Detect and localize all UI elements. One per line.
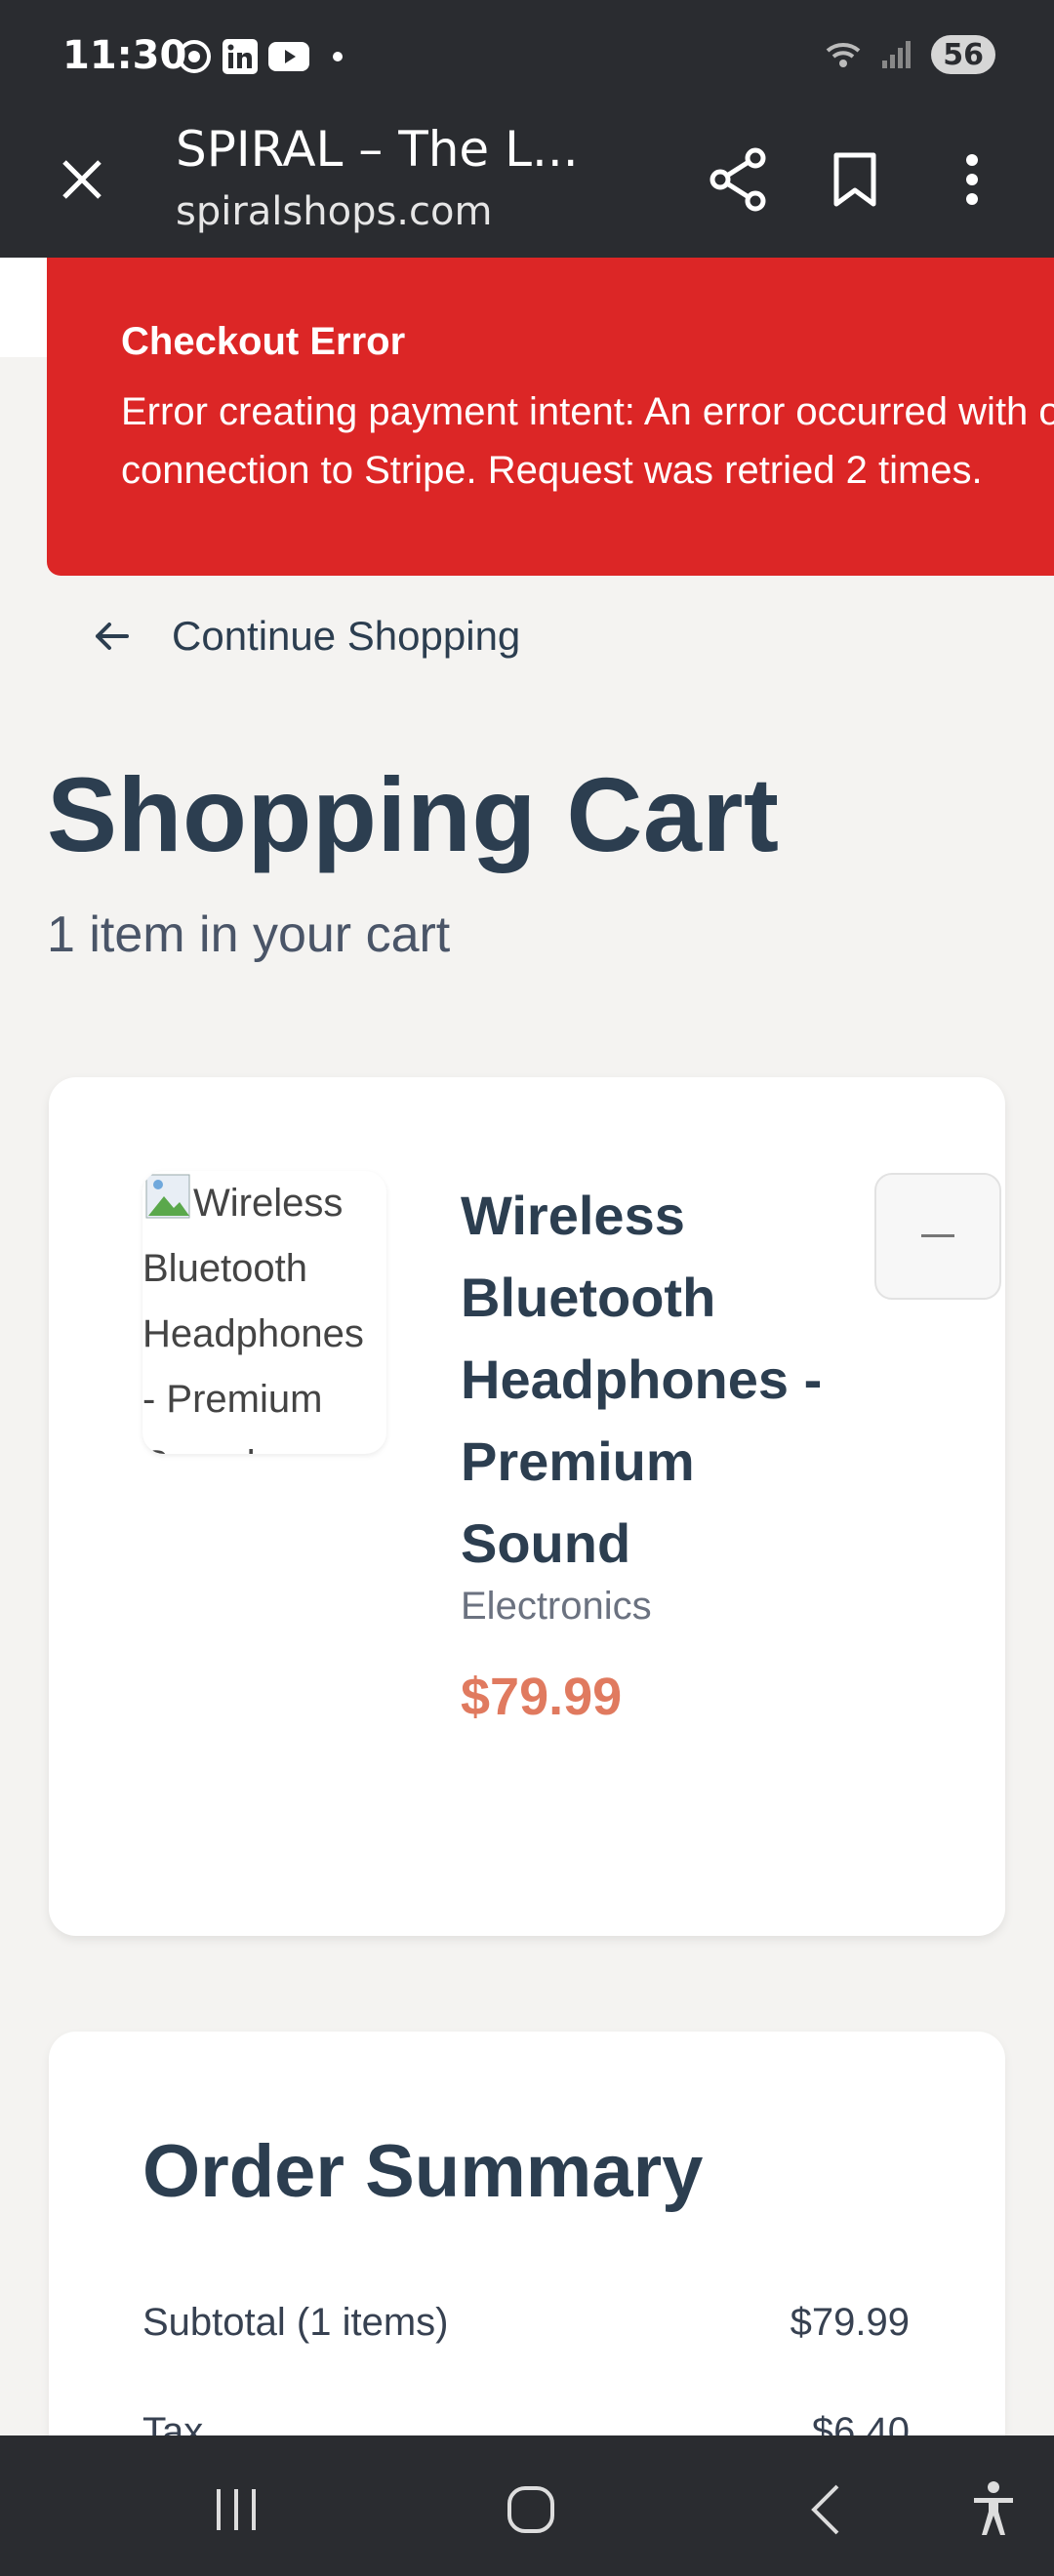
share-button[interactable]: [699, 141, 777, 219]
chrome-icon: [178, 40, 211, 73]
home-icon: [507, 2486, 554, 2533]
continue-shopping-label: Continue Shopping: [172, 613, 521, 659]
product-category: Electronics: [461, 1585, 652, 1628]
battery-level: 56: [943, 37, 984, 72]
page-url[interactable]: spiralshops.com: [176, 189, 492, 234]
error-title: Checkout Error: [121, 320, 406, 363]
share-icon: [709, 147, 766, 212]
page-title: SPIRAL – The L...: [176, 121, 579, 178]
bookmark-button[interactable]: [816, 141, 894, 219]
recent-apps-icon: [217, 2489, 256, 2530]
broken-image-icon: [145, 1174, 190, 1219]
product-name[interactable]: Wireless Bluetooth Headphones - Premium …: [461, 1175, 871, 1585]
status-bar: 11:30 56: [0, 0, 1054, 115]
linkedin-icon: [223, 39, 258, 74]
system-navigation-bar: [0, 2435, 1054, 2576]
status-time: 11:30: [62, 33, 187, 78]
checkout-error-toast[interactable]: Checkout Error Error creating payment in…: [47, 258, 1054, 576]
product-image[interactable]: Wireless Bluetooth Headphones - Premium …: [142, 1171, 386, 1454]
battery-icon: 56: [931, 35, 995, 74]
wifi-icon: [826, 43, 861, 67]
close-tab-button[interactable]: [51, 148, 113, 211]
subtotal-label: Subtotal (1 items): [142, 2301, 449, 2344]
accessibility-icon: [974, 2481, 1013, 2535]
subtotal-value: $79.99: [790, 2301, 910, 2344]
notification-icons: [176, 37, 347, 76]
accessibility-button[interactable]: [954, 2471, 1033, 2549]
cart-item-card: Wireless Bluetooth Headphones - Premium …: [49, 1077, 1005, 1936]
notification-dot-icon: [333, 52, 343, 61]
home-button[interactable]: [492, 2471, 570, 2549]
cart-count: 1 item in your cart: [47, 906, 451, 963]
page-heading: Shopping Cart: [47, 755, 780, 873]
order-summary-title: Order Summary: [142, 2130, 704, 2213]
back-button[interactable]: [787, 2471, 865, 2549]
signal-icon: [882, 41, 912, 68]
close-icon: [62, 160, 101, 199]
youtube-icon: [268, 42, 309, 71]
minus-icon: [921, 1234, 954, 1237]
error-message: Error creating payment intent: An error …: [121, 390, 1054, 492]
bookmark-icon: [833, 152, 876, 207]
more-vert-icon: [966, 154, 978, 205]
system-icons: 56: [824, 35, 995, 74]
product-price: $79.99: [461, 1668, 623, 1726]
continue-shopping-link[interactable]: Continue Shopping: [94, 613, 520, 660]
custom-tab-toolbar: SPIRAL – The L... spiralshops.com: [0, 115, 1054, 258]
back-icon: [811, 2484, 839, 2535]
more-options-button[interactable]: [933, 141, 1011, 219]
decrease-quantity-button[interactable]: [874, 1173, 1001, 1300]
recent-apps-button[interactable]: [197, 2471, 275, 2549]
arrow-left-icon: [96, 623, 129, 650]
